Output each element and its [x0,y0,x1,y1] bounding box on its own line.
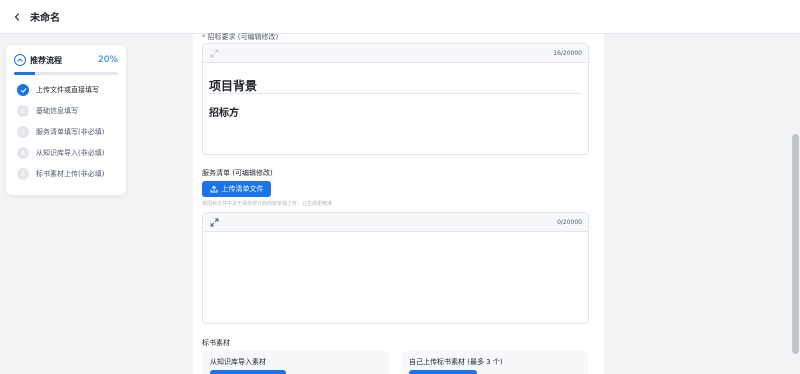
heading-divider [209,93,582,94]
back-icon[interactable] [10,10,24,24]
step-number: 2 [17,105,29,117]
steps-header: 推荐流程 20% [14,54,118,66]
self-upload-card: 自己上传标书素材 (最多 3 个) [401,351,588,374]
step-label: 基础信息填写 [36,107,78,115]
requirements-label-text: 招标要求 (可编辑修改) [207,33,279,41]
step-material-upload[interactable]: 5 标书素材上传(非必填) [14,168,118,180]
kb-import-button[interactable] [210,370,286,374]
editor-toolbar: 16/20000 [203,44,588,63]
expand-icon[interactable] [210,49,219,58]
service-list-label: 服务清单 (可编辑修改) [202,169,273,177]
page-title: 未命名 [30,13,60,24]
scrollbar-thumb[interactable] [792,134,799,354]
steps-title: 推荐流程 [30,55,62,65]
required-mark: * [202,33,206,41]
step-upload-or-fill[interactable]: 上传文件或直接填写 [14,84,118,96]
expand-icon[interactable] [210,218,219,227]
service-list-hint: 将招标文件中关于清单部分的内容单独上传，让生成更精准 [202,201,333,207]
char-count: 16/20000 [553,49,582,57]
kb-import-title: 从知识库导入素材 [210,358,266,366]
self-upload-title: 自己上传标书素材 (最多 3 个) [409,358,503,366]
progress-bar [14,72,118,75]
progress-bar-fill [14,72,35,75]
step-label: 上传文件或直接填写 [36,86,99,94]
requirements-editor[interactable]: 16/20000 项目背景 招标方 [202,43,589,155]
check-icon [17,84,29,96]
heading-tenderer: 招标方 [209,108,239,119]
step-basic-info[interactable]: 2 基础信息填写 [14,105,118,117]
step-service-list[interactable]: 3 服务清单填写(非必填) [14,126,118,138]
progress-percent: 20% [97,55,118,65]
chevron-up-icon[interactable] [14,54,26,66]
main-form: * 招标要求 (可编辑修改) 16/20000 项目背景 招标方 服务清单 (可编… [193,32,604,374]
step-label: 标书素材上传(非必填) [36,170,105,178]
page-scrollbar[interactable] [791,34,800,374]
editor-toolbar: 0/20000 [203,213,588,232]
heading-project-background: 项目背景 [209,79,258,93]
top-bar: 未命名 [0,0,800,34]
step-number: 3 [17,126,29,138]
char-count: 0/20000 [557,218,582,226]
kb-import-card: 从知识库导入素材 [202,351,389,374]
upload-icon [210,185,218,193]
upload-list-label: 上传清单文件 [221,186,264,193]
step-label: 从知识库导入(非必填) [36,149,105,157]
self-upload-button[interactable] [409,370,477,374]
upload-list-button[interactable]: 上传清单文件 [202,181,271,197]
requirements-label: * 招标要求 (可编辑修改) [202,32,278,42]
step-knowledge-import[interactable]: 4 从知识库导入(非必填) [14,147,118,159]
step-number: 5 [17,168,29,180]
recommended-flow-panel: 推荐流程 20% 上传文件或直接填写 2 基础信息填写 3 服务清单填写(非必填… [6,45,126,195]
step-label: 服务清单填写(非必填) [36,128,105,136]
service-list-editor[interactable]: 0/20000 [202,212,589,324]
step-number: 4 [17,147,29,159]
materials-label: 标书素材 [202,339,230,347]
